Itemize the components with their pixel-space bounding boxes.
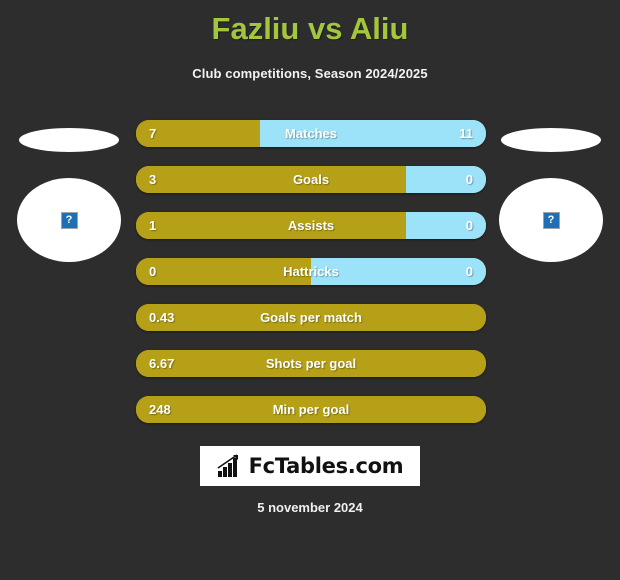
broken-image-icon: ? [542, 211, 560, 229]
stat-row: 0.43 Goals per match [136, 304, 486, 331]
player-two-column: ? [488, 120, 614, 280]
player-one-flag-placeholder [19, 128, 119, 152]
comparison-area: ? ? 7 Matches 11 3 Goals 0 1 Assists 0 0 Hattricks… [0, 120, 620, 440]
stat-row: 7 Matches 11 [136, 120, 486, 147]
stat-label: Matches [284, 126, 338, 141]
stat-label: Assists [287, 218, 335, 233]
stat-label: Goals [292, 172, 330, 187]
stats-list: 7 Matches 11 3 Goals 0 1 Assists 0 0 Hattricks 0 0.4… [136, 120, 486, 442]
stat-label: Min per goal [272, 402, 350, 417]
stat-value-player-two: 0 [465, 172, 473, 187]
stat-label: Hattricks [283, 264, 339, 279]
player-two-flag-placeholder [501, 128, 601, 152]
broken-image-icon: ? [60, 211, 78, 229]
player-comparison-infographic: { "header": { "title": "Fazliu vs Aliu",… [0, 0, 620, 580]
stat-row: 248 Min per goal [136, 396, 486, 423]
stat-row: 6.67 Shots per goal [136, 350, 486, 377]
bar-chart-icon [217, 454, 238, 477]
fctables-logo[interactable]: FcTables.com [200, 446, 420, 486]
footer-date: 5 november 2024 [257, 500, 363, 515]
stat-row: 0 Hattricks 0 [136, 258, 486, 285]
stat-value-player-two: 0 [465, 264, 473, 279]
page-subtitle: Club competitions, Season 2024/2025 [192, 66, 428, 81]
stat-label: Shots per goal [265, 356, 357, 371]
stat-row: 1 Assists 0 [136, 212, 486, 239]
stat-row: 3 Goals 0 [136, 166, 486, 193]
player-two-photo: ? [499, 178, 603, 262]
stat-label: Goals per match [260, 310, 362, 325]
player-one-column: ? [6, 120, 132, 280]
player-one-photo: ? [17, 178, 121, 262]
page-title: Fazliu vs Aliu [211, 11, 409, 46]
stat-value-player-two: 0 [465, 218, 473, 233]
stat-value-player-two: 11 [459, 126, 473, 141]
fctables-logo-text: FcTables.com [248, 454, 404, 478]
